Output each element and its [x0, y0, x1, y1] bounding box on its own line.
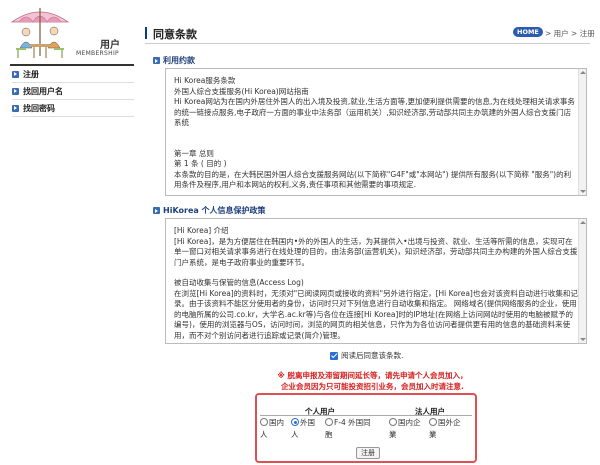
- privacy-line: [Hi Korea]，是为方便居住在韩国内•外的外国人的生活，为其提供入•出境与…: [174, 236, 578, 267]
- member-type-box: 个人用户 法人用户 国内 人 外国 人 F-4 外国同 胞 国内企 業 国外企 …: [255, 393, 477, 463]
- sidebar: 用户 MEMBERSHIP 注册 找回用户名 找回密码: [0, 0, 135, 465]
- option-text: 外国: [300, 418, 315, 427]
- scroll-down-icon[interactable]: [580, 190, 586, 193]
- privacy-line: 被自动收集与保管的信息(Access Log): [174, 278, 304, 287]
- radio-foreign-company[interactable]: [429, 418, 437, 426]
- option-text-wrap: 人: [260, 430, 268, 439]
- option-domestic[interactable]: 国内 人: [260, 417, 284, 441]
- notice-line-1: ※ 脱离申报及滞留期间延长等，请先申请个人会员加入，: [277, 371, 468, 380]
- membership-logo: 用户 MEMBERSHIP: [0, 0, 135, 66]
- arrow-bullet-icon: [12, 87, 19, 95]
- privacy-heading-label: HiKorea 个人信息保护政策: [163, 206, 266, 215]
- privacy-line: [Hi Korea] 介绍: [174, 226, 229, 235]
- terms-heading: 利用约款: [153, 55, 195, 66]
- sidebar-item-label: 注册: [23, 69, 39, 79]
- privacy-textbox[interactable]: [Hi Korea] 介绍 [Hi Korea]，是为方便居住在韩国内•外的外国…: [165, 218, 587, 344]
- terms-heading-label: 利用约款: [163, 56, 195, 65]
- option-foreigner[interactable]: 外国 人: [291, 417, 315, 441]
- logo-subtitle: MEMBERSHIP: [76, 50, 119, 57]
- radio-f4[interactable]: [325, 418, 333, 426]
- option-text: 国内企: [398, 418, 421, 427]
- terms-scrollbar[interactable]: [578, 69, 586, 195]
- radio-domestic[interactable]: [260, 418, 268, 426]
- title-bar: 同意条款 HOME > 用户 > 注册: [145, 26, 595, 41]
- sidebar-item-register[interactable]: 注册: [12, 66, 134, 83]
- page-title: 同意条款: [153, 28, 197, 41]
- scroll-up-icon[interactable]: [580, 221, 586, 224]
- arrow-bullet-icon: [153, 57, 160, 64]
- sidebar-item-label: 找回密码: [23, 103, 55, 113]
- option-domestic-company[interactable]: 国内企 業: [389, 417, 421, 441]
- arrow-bullet-icon: [12, 104, 19, 112]
- terms-textbox[interactable]: Hi Korea服务条款 外国人综合支援服务(Hi Korea)网站指南 Hi …: [165, 68, 587, 196]
- terms-line: Hi Korea网站为在国内外居住外国人的出入境及投资,就业,生活方面等,更加便…: [174, 97, 575, 127]
- arrow-bullet-icon: [153, 207, 160, 214]
- terms-line: 第 1 条 ( 目的 ): [174, 159, 227, 168]
- sidebar-item-label: 找回用户名: [23, 86, 63, 96]
- privacy-line: 在浏览[Hi Korea]的资料时，无须对"已阅读网页或接收的资料"另外进行指定…: [174, 288, 578, 340]
- option-text-wrap: 人: [291, 430, 299, 439]
- agree-label: 阅读后同意该条款.: [341, 351, 404, 360]
- option-text-wrap: 業: [389, 430, 397, 439]
- title-marker: [145, 27, 147, 39]
- option-text-wrap: 胞: [325, 430, 333, 439]
- terms-line: Hi Korea服务条款: [174, 76, 236, 85]
- privacy-scrollbar[interactable]: [578, 219, 586, 343]
- agree-checkbox[interactable]: [330, 351, 338, 360]
- sidebar-item-find-username[interactable]: 找回用户名: [12, 83, 134, 100]
- group-divider: [260, 415, 472, 416]
- arrow-bullet-icon: [12, 70, 19, 78]
- title-divider: [145, 43, 590, 44]
- privacy-heading: HiKorea 个人信息保护政策: [153, 205, 266, 216]
- radio-foreigner[interactable]: [291, 418, 299, 426]
- option-text: F-4 外国同: [334, 418, 371, 427]
- option-f4[interactable]: F-4 外国同 胞: [325, 417, 371, 441]
- notice-line-2: 企业会员因为只可能投资招引业务，会员加入时请注意.: [281, 382, 464, 391]
- main-content: 同意条款 HOME > 用户 > 注册 利用约款 Hi Korea服务条款 外国…: [145, 0, 600, 465]
- radio-domestic-company[interactable]: [389, 418, 397, 426]
- option-text: 国外企: [438, 418, 461, 427]
- scroll-up-icon[interactable]: [580, 71, 586, 74]
- option-text-wrap: 業: [429, 430, 437, 439]
- logo-title: 用户: [100, 40, 120, 51]
- terms-line: 第一章 总则: [174, 148, 214, 158]
- terms-line: 外国人综合支援服务(Hi Korea)网站指南: [174, 86, 309, 96]
- scroll-down-icon[interactable]: [580, 338, 586, 341]
- option-text: 国内: [269, 418, 284, 427]
- terms-line: 本条款的目的是，在大韩民国外国人综合支援服务网站(以下简称"G4F"或"本网站"…: [174, 169, 572, 190]
- home-link[interactable]: HOME: [513, 27, 543, 37]
- option-foreign-company[interactable]: 国外企 業: [429, 417, 461, 441]
- agree-row[interactable]: 阅读后同意该条款.: [330, 350, 403, 361]
- breadcrumb: > 用户 > 注册: [545, 29, 595, 38]
- sidebar-item-find-password[interactable]: 找回密码: [12, 100, 134, 117]
- register-button[interactable]: 注册: [356, 447, 380, 459]
